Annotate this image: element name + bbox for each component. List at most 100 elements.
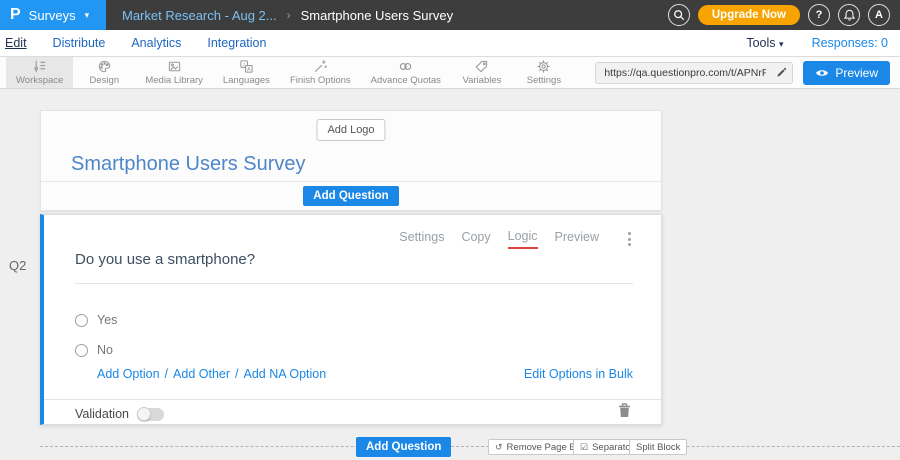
tab-copy[interactable]: Copy [461, 230, 490, 248]
editor-toolbar: Workspace Design Media Library Az Langua… [0, 57, 900, 89]
toolbar-item-design[interactable]: Design [73, 57, 135, 88]
toggle-knob [137, 407, 151, 421]
split-block-label: Split Block [636, 442, 680, 453]
add-question-button-bottom[interactable]: Add Question [356, 437, 451, 457]
finish-options-icon [313, 59, 328, 74]
design-icon [97, 59, 112, 74]
radio-icon[interactable] [75, 314, 88, 327]
survey-header-card: Add Logo Smartphone Users Survey Add Que… [40, 110, 662, 211]
media-library-icon [167, 59, 182, 74]
bell-icon [844, 9, 855, 21]
chevron-down-icon: ▾ [85, 10, 90, 21]
workspace-icon [32, 59, 47, 74]
add-other-link[interactable]: Add Other [173, 367, 230, 381]
breadcrumb: Market Research - Aug 2... › Smartphone … [122, 8, 453, 23]
toolbar-item-label: Media Library [145, 75, 203, 86]
tools-menu[interactable]: Tools ▾ [746, 36, 783, 50]
preview-button[interactable]: Preview [803, 61, 890, 85]
responses-count[interactable]: Responses: 0 [812, 36, 888, 50]
question-text[interactable]: Do you use a smartphone? [75, 251, 633, 284]
svg-text:A: A [247, 67, 251, 73]
answer-option-no[interactable]: No [75, 343, 113, 357]
validation-row: Validation [75, 407, 164, 421]
toolbar-item-workspace[interactable]: Workspace [6, 57, 73, 88]
toolbar-item-finish-options[interactable]: Finish Options [280, 57, 361, 88]
notifications-button[interactable] [838, 4, 860, 26]
add-question-band: Add Question [41, 181, 661, 210]
chevron-down-icon: ▾ [779, 39, 784, 49]
link-separator: / [235, 367, 238, 381]
edit-url-button[interactable] [770, 63, 792, 83]
tab-preview[interactable]: Preview [555, 230, 599, 248]
survey-nav-bar: Edit Distribute Analytics Integration To… [0, 30, 900, 57]
validation-toggle[interactable] [137, 408, 164, 421]
add-option-link[interactable]: Add Option [97, 367, 160, 381]
validation-label: Validation [75, 407, 129, 421]
breadcrumb-current: Smartphone Users Survey [301, 8, 453, 23]
question-number-label: Q2 [9, 258, 26, 273]
avatar-initial: A [875, 9, 883, 21]
header-actions: Upgrade Now ? A [668, 4, 900, 26]
nav-tab-distribute[interactable]: Distribute [53, 36, 106, 50]
survey-url-input[interactable] [596, 67, 770, 79]
toolbar-item-label: Design [90, 75, 120, 86]
settings-icon [536, 59, 551, 74]
separator-label: Separator [592, 442, 634, 453]
top-header-bar: P Surveys ▾ Market Research - Aug 2... ›… [0, 0, 900, 30]
tab-settings[interactable]: Settings [399, 230, 444, 248]
avatar[interactable]: A [868, 4, 890, 26]
toolbar-item-label: Settings [527, 75, 561, 86]
nav-tab-integration[interactable]: Integration [207, 36, 266, 50]
nav-tab-analytics[interactable]: Analytics [131, 36, 181, 50]
search-icon [673, 9, 685, 21]
toolbar-item-media-library[interactable]: Media Library [135, 57, 213, 88]
search-button[interactable] [668, 4, 690, 26]
toolbar-item-variables[interactable]: Variables [451, 57, 513, 88]
surveys-menu[interactable]: P Surveys ▾ [0, 0, 106, 30]
variables-icon [474, 59, 489, 74]
option-links: Add Option / Add Other / Add NA Option [97, 367, 326, 381]
toolbar-item-label: Workspace [16, 75, 63, 86]
answer-option-yes[interactable]: Yes [75, 313, 117, 327]
more-options-kebab-icon[interactable] [624, 230, 635, 248]
tab-logic[interactable]: Logic [508, 229, 538, 249]
add-question-button-top[interactable]: Add Question [303, 186, 398, 206]
page-break-row: Add Question ↺ Remove Page Break ☑ Separ… [40, 437, 900, 457]
advance-quotas-icon [398, 59, 413, 74]
question-tabs: Settings Copy Logic Preview [399, 229, 635, 249]
toolbar-right-group: Preview [595, 57, 900, 88]
preview-button-label: Preview [835, 66, 878, 80]
breadcrumb-separator-icon: › [287, 8, 291, 22]
breadcrumb-parent[interactable]: Market Research - Aug 2... [122, 8, 277, 23]
toolbar-item-label: Finish Options [290, 75, 351, 86]
toolbar-item-advance-quotas[interactable]: Advance Quotas [361, 57, 451, 88]
survey-title[interactable]: Smartphone Users Survey [71, 153, 306, 176]
toolbar-item-languages[interactable]: Az Languages [213, 57, 280, 88]
add-logo-button[interactable]: Add Logo [316, 119, 385, 141]
edit-options-in-bulk-link[interactable]: Edit Options in Bulk [524, 367, 633, 381]
pencil-icon [776, 67, 787, 78]
questionpro-logo-icon: P [10, 7, 21, 23]
upgrade-now-button[interactable]: Upgrade Now [698, 5, 800, 25]
dashed-page-break-line [40, 446, 900, 447]
help-button[interactable]: ? [808, 4, 830, 26]
split-block-button[interactable]: Split Block [629, 439, 687, 455]
toolbar-item-settings[interactable]: Settings [513, 57, 575, 88]
nav-right-group: Tools ▾ Responses: 0 [746, 36, 888, 50]
radio-icon[interactable] [75, 344, 88, 357]
option-label: No [97, 343, 113, 357]
option-label: Yes [97, 313, 117, 327]
nav-tab-edit[interactable]: Edit [5, 36, 27, 50]
delete-question-button[interactable] [618, 403, 631, 418]
undo-icon: ↺ [495, 442, 503, 453]
eye-icon [815, 68, 829, 78]
languages-icon: Az [239, 59, 254, 74]
toolbar-item-label: Advance Quotas [371, 75, 441, 86]
surveys-menu-label: Surveys [29, 8, 76, 23]
questionpro-survey-editor: P Surveys ▾ Market Research - Aug 2... ›… [0, 0, 900, 460]
add-na-option-link[interactable]: Add NA Option [244, 367, 327, 381]
question-card: Settings Copy Logic Preview Do you use a… [40, 214, 662, 425]
toolbar-item-label: Variables [462, 75, 501, 86]
trash-icon [618, 403, 631, 418]
survey-url-field [595, 62, 793, 84]
